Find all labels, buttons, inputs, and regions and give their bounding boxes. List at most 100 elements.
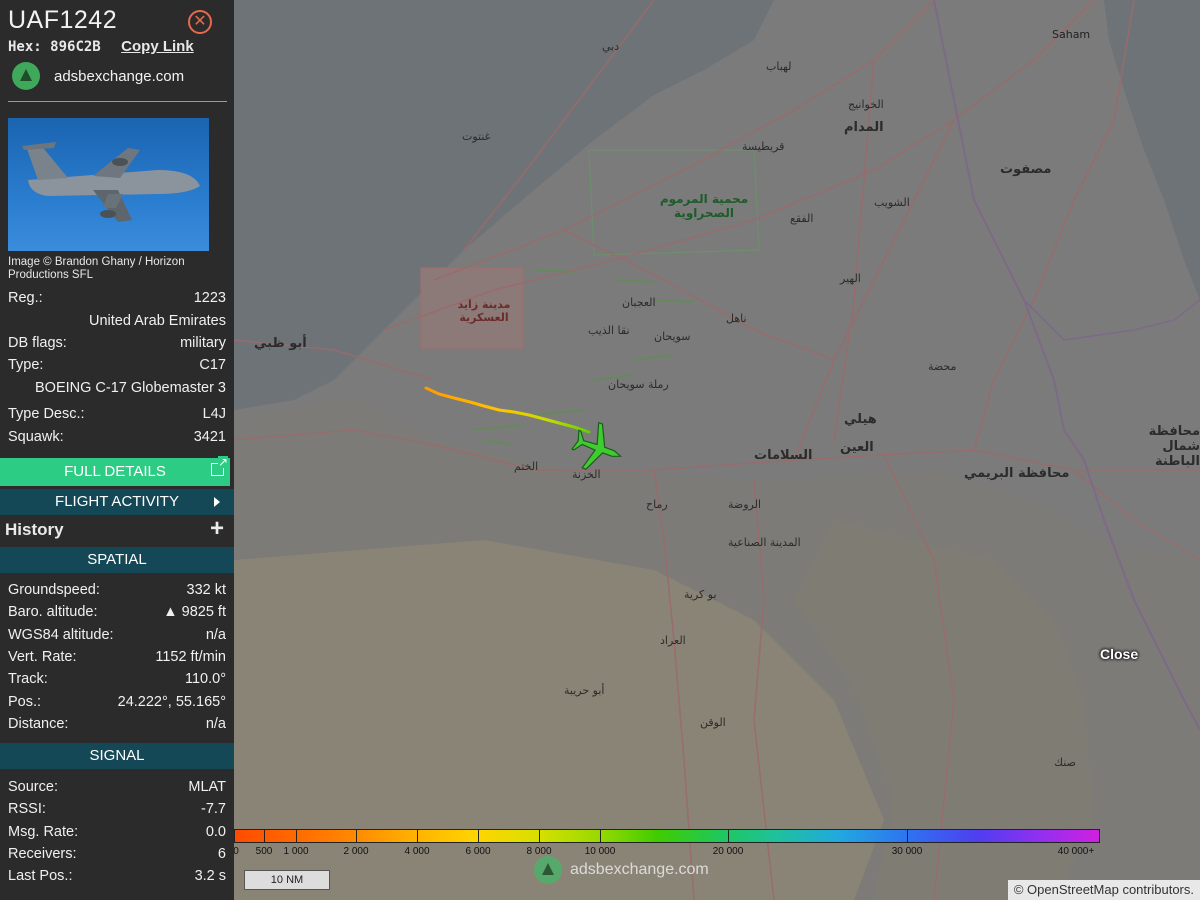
map-label-wagan: الوقن xyxy=(700,716,726,729)
signal-row-label: Receivers: xyxy=(8,845,77,862)
spatial-row-label: Pos.: xyxy=(8,693,42,710)
dbflags-label: DB flags: xyxy=(8,335,67,351)
model-row: BOEING C-17 Globemaster 3 xyxy=(8,380,226,400)
map-label-saham: Saham xyxy=(1052,28,1091,41)
copy-link-button[interactable]: Copy Link xyxy=(121,38,194,55)
map-label-hili: هيلي xyxy=(844,412,877,427)
aircraft-info-sidebar: UAF1242 ✕ Hex: 896C2B Copy Link adsbexch… xyxy=(0,0,234,900)
history-expand-icon[interactable]: + xyxy=(210,515,224,543)
altitude-legend-label: 2 000 xyxy=(343,846,369,857)
map-label-al-ain: العين xyxy=(840,440,874,455)
adsbexchange-logo-icon xyxy=(12,62,40,90)
altitude-legend-tick xyxy=(356,830,357,843)
altitude-legend-label: 1 000 xyxy=(283,846,309,857)
map-label-dubai: دبي xyxy=(602,40,620,53)
signal-row: RSSI: -7.7 xyxy=(8,801,226,821)
map-label-qarytesa: قريطيسة xyxy=(742,140,785,153)
hex-row: Hex: 896C2B Copy Link xyxy=(8,38,194,55)
altitude-legend-tick xyxy=(907,830,908,843)
flight-activity-label: FLIGHT ACTIVITY xyxy=(55,493,179,510)
spatial-row-label: WGS84 altitude: xyxy=(8,626,114,643)
signal-section-header: SIGNAL xyxy=(0,743,234,769)
hex-label: Hex: xyxy=(8,39,42,55)
map-label-shuwaib: الشويب xyxy=(874,196,910,209)
altitude-legend-tick xyxy=(478,830,479,843)
full-details-button[interactable]: FULL DETAILS xyxy=(0,456,230,486)
map-label-lahbab: لهباب xyxy=(766,60,792,73)
hex-value: 896C2B xyxy=(50,39,101,55)
map-label-khawaneej: الخوانيج xyxy=(848,98,884,111)
altitude-legend-label: 20 000 xyxy=(712,846,744,857)
type-label: Type: xyxy=(8,357,44,373)
reg-row: Reg.: 1223 xyxy=(8,290,226,310)
spatial-row-value: 1152 ft/min xyxy=(155,648,226,665)
map-label-hair: الهير xyxy=(840,272,861,285)
altitude-legend-tick xyxy=(539,830,540,843)
aircraft-marker-icon[interactable] xyxy=(570,422,626,474)
map-label-nahel: ناهل xyxy=(726,312,747,325)
signal-row: Receivers: 6 xyxy=(8,846,226,866)
photo-credit: Image © Brandon Ghany / Horizon Producti… xyxy=(8,256,185,281)
altitude-legend-label: 40 000+ xyxy=(1057,846,1095,857)
country-value: United Arab Emirates xyxy=(88,313,226,329)
map-label-masfout: مصفوت xyxy=(1000,162,1052,177)
signal-row: Last Pos.: 3.2 s xyxy=(8,868,226,888)
typedesc-value: L4J xyxy=(202,406,226,422)
altitude-color-legend xyxy=(234,829,1100,843)
brand-link[interactable]: adsbexchange.com xyxy=(12,62,184,90)
signal-row-label: Msg. Rate: xyxy=(8,823,79,840)
altitude-legend-tick xyxy=(728,830,729,843)
map-label-sinak: صنك xyxy=(1054,756,1076,769)
spatial-section-header: SPATIAL xyxy=(0,547,234,573)
external-link-icon xyxy=(211,456,228,476)
divider xyxy=(8,101,227,102)
map-label-khazna: الخزنة xyxy=(572,468,601,481)
squawk-label: Squawk: xyxy=(8,429,64,445)
spatial-row-label: Track: xyxy=(8,671,48,688)
spatial-row-label: Vert. Rate: xyxy=(8,648,77,665)
map-close-button[interactable]: Close xyxy=(1100,646,1138,662)
signal-row-value: 3.2 s xyxy=(194,868,226,885)
aircraft-photo[interactable] xyxy=(8,118,209,251)
reg-label: Reg.: xyxy=(8,290,43,306)
type-value: C17 xyxy=(199,357,226,373)
signal-row-label: Last Pos.: xyxy=(8,868,73,885)
map-label-rawdah: الروضة xyxy=(728,498,762,511)
altitude-legend-tick xyxy=(264,830,265,843)
map-label-swaihan-sands: رملة سويحان xyxy=(608,378,669,391)
signal-row-label: Source: xyxy=(8,779,58,795)
spatial-row: Distance: n/a xyxy=(8,716,226,736)
scale-bar: 10 NM xyxy=(244,870,330,890)
osm-link[interactable]: OpenStreetMap xyxy=(1027,882,1119,897)
chevron-right-icon xyxy=(214,497,220,507)
spatial-row-label: Groundspeed: xyxy=(8,582,100,598)
watermark-logo-icon xyxy=(534,856,562,884)
dbflags-row: DB flags: military xyxy=(8,335,226,355)
map-label-sweihan: سويحان xyxy=(654,330,691,343)
map-view[interactable]: أبو ظبي مدينة زايد العسكرية محمية المرمو… xyxy=(234,0,1200,900)
map-label-mahda: محضة xyxy=(928,360,957,373)
dbflags-value: military xyxy=(180,335,226,351)
history-heading[interactable]: History xyxy=(5,520,64,540)
flight-activity-button[interactable]: FLIGHT ACTIVITY xyxy=(0,489,234,515)
altitude-legend-tick xyxy=(600,830,601,843)
spatial-row: Baro. altitude: ▲ 9825 ft xyxy=(8,604,226,624)
watermark: adsbexchange.com xyxy=(534,856,709,884)
altitude-legend-label: 4 000 xyxy=(404,846,430,857)
map-label-ghantoot: غنتوت xyxy=(462,130,491,143)
watermark-text: adsbexchange.com xyxy=(570,861,709,878)
typedesc-row: Type Desc.: L4J xyxy=(8,406,226,426)
altitude-legend-tick xyxy=(417,830,418,843)
country-row: United Arab Emirates xyxy=(8,313,226,333)
reg-value: 1223 xyxy=(193,290,226,306)
signal-row-label: RSSI: xyxy=(8,801,46,818)
spatial-row: Track: 110.0° xyxy=(8,671,226,691)
map-label-zayed-city: مدينة زايد العسكرية xyxy=(457,298,511,324)
map-label-khatm: الختم xyxy=(514,460,539,473)
signal-row-value: MLAT xyxy=(188,779,226,795)
squawk-value: 3421 xyxy=(193,429,226,445)
altitude-legend-label: 500 xyxy=(255,846,273,857)
spatial-row-label: Baro. altitude: xyxy=(8,604,98,621)
close-sidebar-icon[interactable]: ✕ xyxy=(188,10,212,34)
spatial-row-value: 24.222°, 55.165° xyxy=(117,693,226,710)
